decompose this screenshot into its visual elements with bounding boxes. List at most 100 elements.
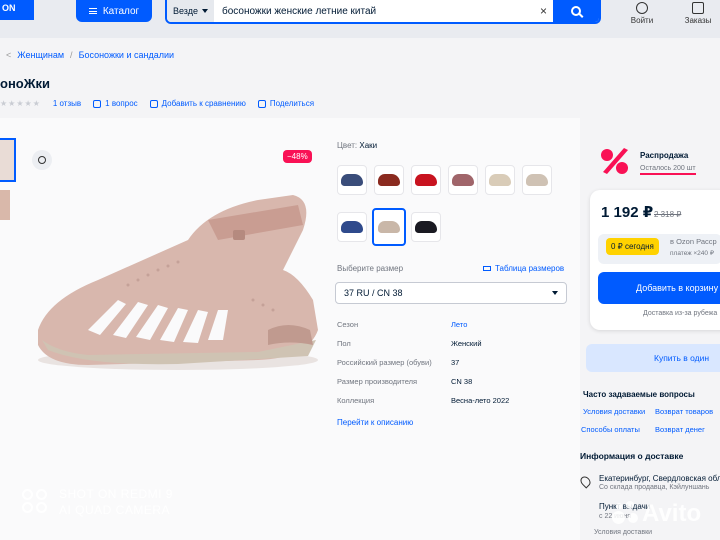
buy-one-click-button[interactable]: Купить в один — [586, 344, 720, 372]
camera-watermark-line1: SHOT ON REDMI 9 — [59, 487, 173, 501]
spec-value[interactable]: Лето — [451, 320, 467, 329]
questions-label: 1 вопрос — [105, 99, 138, 108]
camera-icon — [38, 156, 46, 164]
swatch-image — [341, 174, 363, 186]
breadcrumb-item[interactable]: Босоножки и сандалии — [79, 50, 174, 60]
spec-key: Пол — [337, 339, 351, 348]
color-swatch[interactable] — [337, 212, 367, 242]
ruler-icon — [483, 266, 491, 271]
delivery-note: Доставка из-за рубежа — [643, 310, 718, 317]
catalog-button[interactable]: Каталог — [76, 0, 152, 22]
color-value: Хаки — [359, 141, 378, 150]
color-swatch[interactable] — [522, 165, 552, 195]
share-link[interactable]: Поделиться — [257, 99, 315, 108]
menu-icon — [88, 8, 97, 14]
faq-link[interactable]: Возврат денег — [655, 425, 705, 434]
orders-label: Заказы — [684, 16, 712, 25]
swatch-image — [378, 174, 400, 186]
gallery-thumbnail[interactable] — [0, 138, 16, 182]
box-icon — [692, 2, 704, 14]
spec-value: Женский — [451, 339, 482, 348]
discount-badge: −48% — [283, 150, 312, 163]
size-select-value: 37 RU / CN 38 — [344, 288, 403, 298]
user-icon — [636, 2, 648, 14]
color-swatch[interactable] — [411, 165, 441, 195]
rating-stars: ★★★★★ — [0, 99, 41, 108]
video-review-button[interactable] — [32, 150, 52, 170]
search-scope-select[interactable]: Везде — [167, 0, 214, 22]
color-caption: Цвет: — [337, 141, 358, 150]
faq-title: Часто задаваемые вопросы — [583, 390, 695, 399]
share-label: Поделиться — [269, 99, 315, 108]
sale-remaining: Осталось 200 шт — [640, 165, 696, 175]
swatch-image — [378, 221, 400, 233]
color-swatch[interactable] — [374, 165, 404, 195]
questions-link[interactable]: 1 вопрос — [93, 99, 138, 108]
product-image[interactable] — [28, 180, 328, 380]
login-label: Войти — [630, 16, 654, 25]
spec-value: CN 38 — [451, 377, 473, 386]
spec-key: Коллекция — [337, 396, 375, 405]
clear-icon[interactable]: × — [534, 4, 553, 18]
share-icon — [257, 99, 266, 108]
compare-icon — [149, 99, 158, 108]
camera-watermark-logo — [22, 489, 50, 515]
delivery-city-sub: Со склада продавца, Кэйлуншань — [599, 484, 710, 491]
avito-watermark: Avito — [612, 500, 701, 528]
spec-key: Размер производителя — [337, 377, 418, 386]
faq-link[interactable]: Условия доставки — [583, 407, 645, 416]
percent-icon — [601, 148, 628, 174]
delivery-title: Информация о доставке — [580, 451, 684, 461]
search-icon — [571, 6, 581, 16]
compare-link[interactable]: Добавить к сравнению — [149, 99, 246, 108]
color-swatch[interactable] — [448, 165, 478, 195]
size-select[interactable]: 37 RU / CN 38 — [335, 282, 567, 304]
delivery-city[interactable]: Екатеринбург, Свердловская обл — [599, 474, 720, 483]
old-price: 2 318 ₽ — [654, 210, 682, 219]
spec-key: Сезон — [337, 320, 359, 329]
search-bar: Везде × — [165, 0, 601, 24]
swatch-image — [452, 174, 474, 186]
chevron-down-icon — [552, 291, 558, 295]
page-title: оноЖки — [0, 76, 50, 91]
breadcrumb: < Женщинам / Босоножки и сандалии — [6, 50, 174, 60]
compare-label: Добавить к сравнению — [161, 99, 246, 108]
reviews-link[interactable]: 1 отзыв — [53, 99, 81, 108]
search-input[interactable] — [214, 5, 534, 17]
color-swatch[interactable] — [337, 165, 367, 195]
spec-value: 37 — [451, 358, 460, 367]
delivery-conditions-link[interactable]: Условия доставки — [594, 529, 652, 536]
search-button[interactable] — [553, 0, 599, 22]
chevron-down-icon — [202, 9, 208, 13]
color-label: Цвет: Хаки — [337, 141, 377, 150]
top-header: ON Каталог Везде × Войти Заказы — [0, 0, 720, 38]
orders-button[interactable]: Заказы — [676, 0, 720, 25]
go-to-description-link[interactable]: Перейти к описанию — [337, 418, 413, 427]
size-label: Выберите размер — [337, 264, 404, 273]
size-table-link[interactable]: Таблица размеров — [483, 264, 564, 273]
breadcrumb-item[interactable]: Женщинам — [17, 50, 64, 60]
breadcrumb-separator: / — [70, 50, 73, 60]
search-scope-label: Везде — [173, 6, 198, 16]
spec-key: Российский размер (обуви) — [337, 358, 432, 367]
chevron-left-icon: < — [6, 50, 12, 60]
color-swatch[interactable] — [411, 212, 441, 242]
add-to-cart-button[interactable]: Добавить в корзину — [598, 272, 720, 304]
gallery-thumbnail[interactable] — [0, 190, 10, 220]
color-swatch[interactable] — [485, 165, 515, 195]
installment-sub: платеж ×240 ₽ — [670, 250, 714, 257]
login-button[interactable]: Войти — [620, 0, 664, 25]
sale-title: Распродажа — [640, 151, 689, 160]
swatch-image — [489, 174, 511, 186]
size-table-label: Таблица размеров — [495, 264, 565, 273]
location-pin-icon — [578, 474, 593, 489]
color-swatch-selected[interactable] — [372, 208, 406, 246]
question-icon — [93, 99, 102, 108]
faq-link[interactable]: Возврат товаров — [655, 407, 713, 416]
faq-link[interactable]: Способы оплаты — [581, 425, 640, 434]
product-meta-row: ★★★★★ 1 отзыв 1 вопрос Добавить к сравне… — [0, 99, 314, 108]
installment-label: в Ozon Расср — [670, 237, 717, 246]
today-badge: 0 ₽ сегодня — [606, 238, 659, 255]
ozon-logo[interactable]: ON — [0, 0, 34, 20]
avito-logo-icon — [612, 501, 638, 527]
